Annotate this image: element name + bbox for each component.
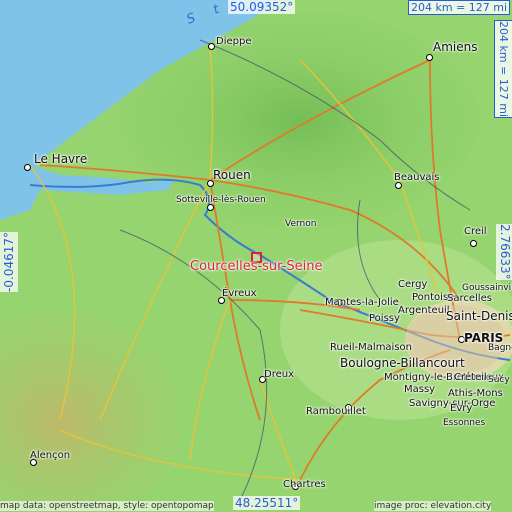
city-label: Massy [404, 384, 436, 395]
topographic-map[interactable]: S t Dieppe Amiens Le Havre Rouen Beauvai… [0, 0, 512, 512]
coord-right: 2.76633° [496, 224, 512, 280]
city-label: Sucy [488, 375, 510, 385]
city-label: Cergy [398, 279, 428, 290]
scale-horizontal: 204 km = 127 mi [408, 0, 511, 15]
city-label: Évreux [222, 288, 257, 299]
city-dot-creil [470, 240, 477, 247]
place-name-label: Courcelles-sur-Seine [190, 259, 323, 274]
city-label: Alençon [30, 450, 71, 461]
city-dot-sotteville [207, 204, 214, 211]
city-label: Mantes-la-Jolie [325, 297, 399, 308]
city-label: Goussainville [462, 283, 512, 293]
city-dot-le-havre [24, 164, 31, 171]
city-label: Beauvais [394, 172, 440, 183]
city-label: Rouen [213, 168, 251, 182]
city-dot-dieppe [208, 43, 215, 50]
credit-left: map data: openstreetmap, style: opentopo… [0, 501, 214, 511]
credit-right: image proc: elevation.city [374, 501, 492, 511]
city-label: Dieppe [216, 36, 252, 47]
city-label: Argenteuil [398, 305, 450, 316]
city-label: Sarcelles [447, 293, 492, 304]
city-label: Créteil [454, 372, 487, 383]
city-label: Vernon [285, 219, 317, 229]
city-label: Bagnolet [488, 343, 512, 353]
city-label: Rueil-Malmaison [330, 342, 413, 353]
coord-left: -0.04617° [0, 232, 18, 292]
city-label: Essonnes [443, 418, 486, 428]
city-label: Boulogne-Billancourt [340, 356, 465, 370]
city-label: Sotteville-lès-Rouen [176, 195, 266, 205]
city-label: Poissy [369, 313, 400, 324]
scale-vertical: 204 km = 127 mi [494, 20, 512, 119]
coord-top: 50.09352° [228, 0, 296, 14]
coord-bottom: 48.25511° [233, 496, 301, 510]
city-label: Dreux [264, 369, 294, 380]
city-label: Creil [464, 226, 487, 237]
city-dot-amiens [426, 54, 433, 61]
city-label: Évry [450, 403, 473, 414]
city-label: Amiens [433, 40, 478, 54]
city-label: Le Havre [34, 152, 88, 166]
city-label: Rambouillet [306, 406, 366, 417]
city-dot-beauvais [395, 182, 402, 189]
city-label: Saint-Denis [446, 309, 512, 323]
city-label: Chartres [283, 479, 326, 490]
